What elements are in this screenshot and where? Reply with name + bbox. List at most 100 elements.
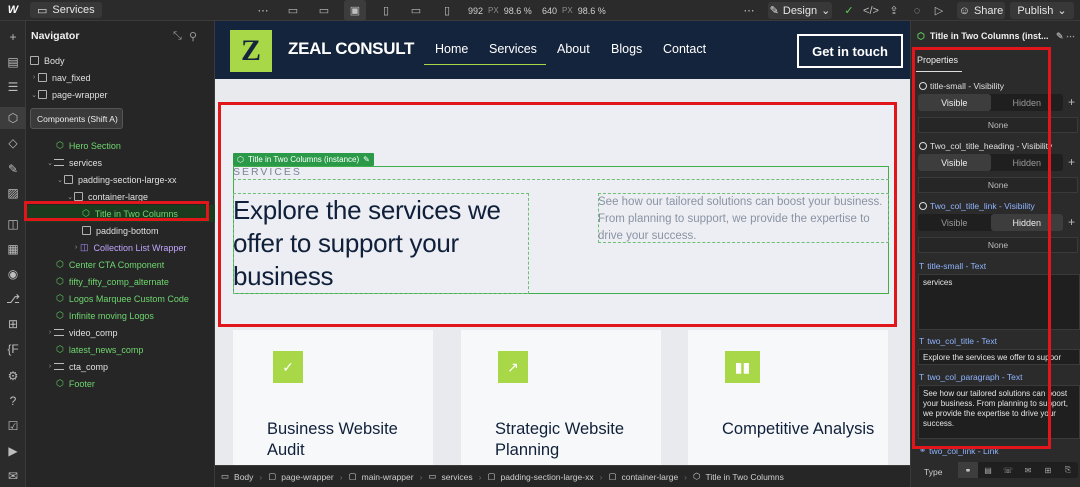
page-selector[interactable]: ▭ Services	[30, 2, 102, 18]
breadcrumb-page-wrapper[interactable]: ▢ page-wrapper	[262, 471, 339, 482]
tree-item-services[interactable]: ⌄ services	[26, 154, 215, 171]
services-eyebrow[interactable]: SERVICES	[233, 166, 302, 178]
service-card-3[interactable]: ▮▮ Competitive Analysis	[688, 330, 888, 465]
add-binding-icon[interactable]: +	[1068, 155, 1075, 169]
tree-item-footer[interactable]: ⬡ Footer	[26, 375, 215, 392]
menu-about[interactable]: About	[557, 42, 590, 56]
breadcrumb-services[interactable]: ▭ services	[422, 471, 478, 482]
tree-item-title-in-two-columns[interactable]: ⬡ Title in Two Columns	[26, 205, 215, 222]
tree-item-logos-marquee[interactable]: ⬡ Logos Marquee Custom Code	[26, 290, 215, 307]
cms-icon[interactable]: ◫	[0, 213, 26, 235]
tree-item-video-comp[interactable]: › video_comp	[26, 324, 215, 341]
url-link-icon[interactable]: ⚭	[958, 462, 978, 478]
width-value[interactable]: 992	[468, 6, 483, 16]
check-status-icon[interactable]: ✓	[838, 0, 860, 21]
add-icon[interactable]: +	[0, 26, 26, 48]
page-link-icon[interactable]: ▤	[978, 462, 998, 478]
navigator-icon[interactable]: ☰	[0, 76, 26, 98]
tree-item-body[interactable]: Body	[26, 52, 215, 69]
settings-icon[interactable]: ⚙	[0, 365, 26, 387]
mobile-landscape-icon[interactable]: ▭	[405, 0, 427, 21]
brand-name[interactable]: ZEAL CONSULT	[288, 39, 414, 59]
mobile-portrait-icon[interactable]: ▯	[436, 0, 458, 21]
publish-button[interactable]: Publish ⌄	[1010, 2, 1074, 19]
tree-item-center-cta[interactable]: ⬡ Center CTA Component	[26, 256, 215, 273]
design-canvas[interactable]: Z ZEAL CONSULT Home Services About Blogs…	[215, 21, 910, 465]
tree-item-hero-section[interactable]: ⬡ Hero Section	[26, 137, 215, 154]
breadcrumb-container-large[interactable]: ▢ container-large	[602, 471, 684, 482]
breadcrumb-body[interactable]: ▭ Body	[215, 471, 259, 482]
desktop-icon[interactable]: ▭	[313, 0, 335, 21]
preview-play-icon[interactable]: ▷	[928, 0, 950, 21]
file-link-icon[interactable]: ⎘	[1058, 462, 1078, 478]
variables-icon[interactable]: ◇	[0, 132, 26, 154]
chevron-down-icon[interactable]: ⌄	[46, 159, 54, 167]
chevron-right-icon[interactable]: ›	[46, 329, 54, 336]
audit-icon[interactable]: ☑	[0, 415, 26, 437]
desktop-large-icon[interactable]: ▭	[282, 0, 304, 21]
email-link-icon[interactable]: ✉	[1018, 462, 1038, 478]
visibility-toggle-title-link[interactable]: Visible Hidden	[918, 214, 1063, 231]
feedback-icon[interactable]: ✉	[0, 465, 26, 487]
breadcrumb-main-wrapper[interactable]: ▢ main-wrapper	[343, 471, 420, 482]
pin-icon[interactable]: ⚲	[189, 30, 197, 43]
chevron-right-icon[interactable]: ›	[72, 244, 80, 251]
ecommerce-icon[interactable]: ▦	[0, 238, 26, 260]
hidden-option[interactable]: Hidden	[991, 154, 1064, 171]
tree-item-latest-news[interactable]: ⬡ latest_news_comp	[26, 341, 215, 358]
styles-icon[interactable]: ✎	[0, 158, 26, 180]
help-icon[interactable]: ?	[0, 390, 26, 412]
menu-blogs[interactable]: Blogs	[611, 42, 642, 56]
section-link-icon[interactable]: ⊞	[1038, 462, 1058, 478]
visibility-binding-none[interactable]: None	[918, 117, 1078, 133]
phone-link-icon[interactable]: ☏	[998, 462, 1018, 478]
breadcrumb-title-in-two-columns[interactable]: ⬡ Title in Two Columns	[687, 471, 790, 482]
chevron-right-icon[interactable]: ›	[46, 363, 54, 370]
webflow-logo[interactable]: W	[0, 0, 26, 21]
tree-item-padding-bottom[interactable]: padding-bottom	[26, 222, 215, 239]
link-type-selector[interactable]: ⚭ ▤ ☏ ✉ ⊞ ⎘	[958, 462, 1078, 478]
tree-item-collection-list-wrapper[interactable]: › ◫ Collection List Wrapper	[26, 239, 215, 256]
users-icon[interactable]: ◉	[0, 263, 26, 285]
chevron-down-icon[interactable]: ⌄	[56, 176, 64, 184]
visibility-binding-none[interactable]: None	[918, 237, 1078, 253]
chevron-right-icon[interactable]: ›	[30, 74, 38, 81]
services-heading[interactable]: Explore the services we offer to support…	[233, 194, 529, 293]
design-mode-dropdown[interactable]: ✎ Design ⌄	[768, 2, 832, 19]
chevron-down-icon[interactable]: ⌄	[66, 193, 74, 201]
edit-component-icon[interactable]: ✎ ⋯	[1056, 31, 1075, 42]
edit-pencil-icon[interactable]: ✎	[363, 155, 370, 164]
height-value[interactable]: 640	[542, 6, 557, 16]
menu-home[interactable]: Home	[435, 42, 468, 56]
tree-item-nav-fixed[interactable]: › nav_fixed	[26, 69, 215, 86]
visibility-toggle-title-small[interactable]: Visible Hidden	[918, 94, 1063, 111]
export-icon[interactable]: ⇪	[883, 0, 905, 21]
tree-item-page-wrapper[interactable]: ⌄ page-wrapper	[26, 86, 215, 103]
tree-item-container-large[interactable]: ⌄ container-large	[26, 188, 215, 205]
brand-logo[interactable]: Z	[230, 30, 272, 72]
visibility-binding-none[interactable]: None	[918, 177, 1078, 193]
desktop-base-breakpoint-icon[interactable]: ▣	[344, 0, 366, 21]
more-icon[interactable]: ⋯	[252, 0, 274, 21]
tree-item-padding-section[interactable]: ⌄ padding-section-large-xx	[26, 171, 215, 188]
more-options-icon[interactable]: ⋯	[738, 0, 760, 21]
tree-item-infinite-logos[interactable]: ⬡ Infinite moving Logos	[26, 307, 215, 324]
logic-icon[interactable]: ⎇	[0, 288, 26, 310]
two-col-title-text-field[interactable]: Explore the services we offer to suppor	[918, 349, 1080, 365]
chevron-down-icon[interactable]: ⌄	[30, 91, 38, 99]
visible-option[interactable]: Visible	[918, 154, 991, 171]
menu-contact[interactable]: Contact	[663, 42, 706, 56]
custom-code-icon[interactable]: {F	[0, 338, 26, 360]
service-card-2[interactable]: ↗ Strategic Website Planning	[461, 330, 661, 465]
pages-icon[interactable]: ▤	[0, 51, 26, 73]
menu-services[interactable]: Services	[489, 42, 537, 56]
hidden-option[interactable]: Hidden	[990, 214, 1063, 231]
two-col-paragraph-text-field[interactable]: See how our tailored solutions can boost…	[918, 385, 1080, 439]
breadcrumb-padding-section[interactable]: ▢ padding-section-large-xx	[481, 471, 599, 482]
properties-tab[interactable]: Properties	[917, 55, 958, 65]
services-paragraph[interactable]: See how our tailored solutions can boost…	[598, 194, 888, 245]
visible-option[interactable]: Visible	[918, 94, 991, 111]
visibility-toggle-title-heading[interactable]: Visible Hidden	[918, 154, 1063, 171]
video-icon[interactable]: ▶	[0, 440, 26, 462]
code-icon[interactable]: </>	[860, 0, 882, 21]
